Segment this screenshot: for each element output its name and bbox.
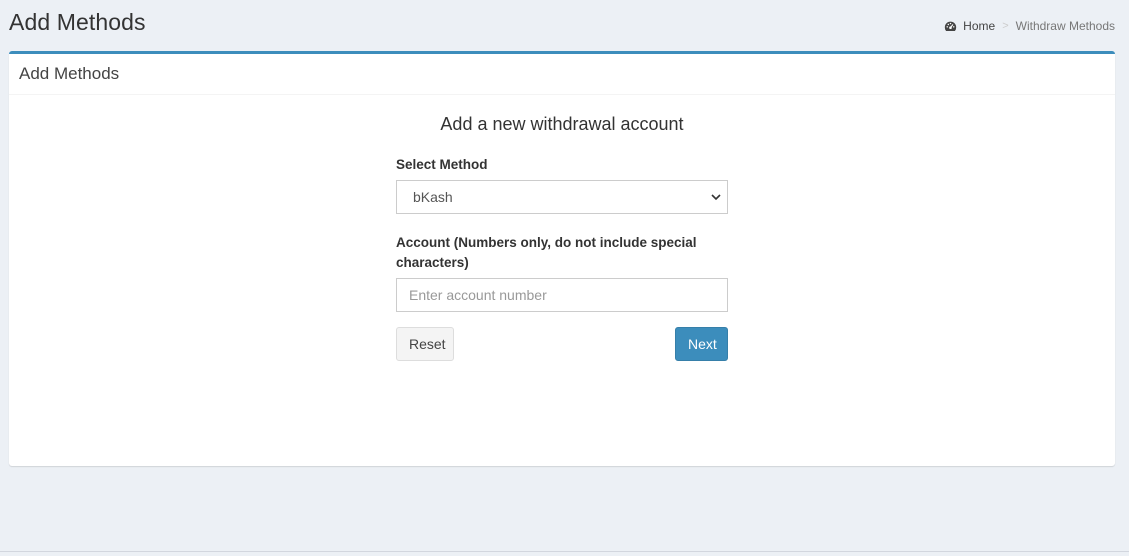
page-title: Add Methods [9, 9, 146, 35]
method-select[interactable]: bKash [396, 180, 728, 214]
account-label: Account (Numbers only, do not include sp… [396, 235, 697, 270]
box-title: Add Methods [19, 64, 120, 83]
next-button[interactable]: Next [675, 327, 728, 361]
add-methods-box: Add Methods Add a new withdrawal account… [9, 51, 1115, 466]
form-actions: Reset Next [396, 327, 728, 361]
withdrawal-account-form: Add a new withdrawal account Select Meth… [396, 114, 728, 361]
breadcrumb-separator: > [1002, 20, 1009, 32]
breadcrumb-home-label: Home [963, 19, 996, 33]
reset-button[interactable]: Reset [396, 327, 454, 361]
select-method-label: Select Method [396, 157, 488, 172]
footer-divider [0, 551, 1129, 552]
dashboard-icon [944, 21, 957, 31]
account-number-input[interactable] [396, 278, 728, 312]
breadcrumb: Home > Withdraw Methods [944, 19, 1115, 33]
breadcrumb-home-link[interactable]: Home [944, 19, 995, 33]
method-select-value: bKash [413, 189, 453, 205]
box-header: Add Methods [9, 54, 1115, 95]
form-heading: Add a new withdrawal account [440, 114, 684, 134]
chevron-down-icon [711, 194, 721, 201]
breadcrumb-current: Withdraw Methods [1015, 19, 1115, 33]
content-header: Add Methods Home > Withdraw Methods [0, 0, 1129, 52]
